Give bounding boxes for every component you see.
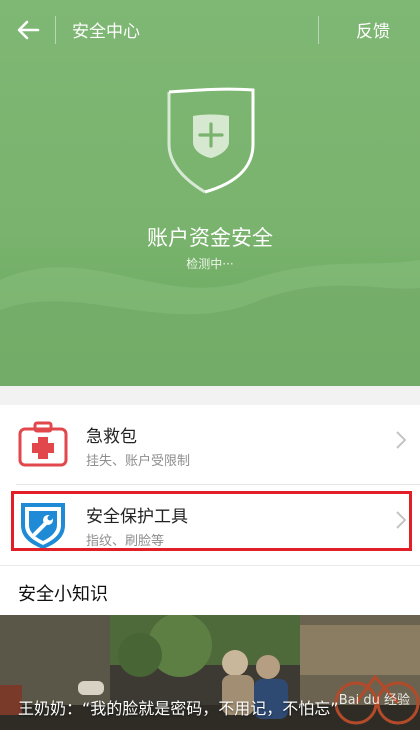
menu-item-subtitle: 挂失、账户受限制 xyxy=(86,454,191,469)
arrow-left-icon[interactable] xyxy=(14,16,42,44)
shield-wrench-icon xyxy=(21,503,65,549)
chevron-right-icon xyxy=(396,431,406,449)
shield-plus-icon xyxy=(167,87,255,194)
hero-section: 安全中心 反馈 账户资金安全 检测中··· xyxy=(0,0,420,386)
tools-card: 急救包 挂失、账户受限制 安全保护工具 指纹、刷脸等 xyxy=(0,405,420,565)
hero-title: 账户资金安全 xyxy=(147,226,273,250)
menu-item-security-tools[interactable]: 安全保护工具 指纹、刷脸等 xyxy=(0,485,420,563)
menu-item-title: 安全保护工具 xyxy=(86,507,188,527)
nav-divider xyxy=(55,16,56,44)
photo-caption: 王奶奶：“我的脸就是密码，不用记，不怕忘” xyxy=(18,699,339,718)
watermark: Bai du 经验 xyxy=(338,693,410,708)
nav-divider xyxy=(318,16,319,44)
first-aid-kit-icon xyxy=(18,421,68,467)
chevron-right-icon xyxy=(396,511,406,529)
page-title: 安全中心 xyxy=(72,22,140,42)
scan-status: 检测中··· xyxy=(186,257,234,271)
menu-item-first-aid[interactable]: 急救包 挂失、账户受限制 xyxy=(0,405,420,483)
knowledge-section-header: 安全小知识 xyxy=(0,565,420,616)
menu-item-title: 急救包 xyxy=(86,427,137,447)
knowledge-photo-banner[interactable]: 王奶奶：“我的脸就是密码，不用记，不怕忘” Bai du 经验 xyxy=(0,615,420,730)
menu-item-subtitle: 指纹、刷脸等 xyxy=(86,534,165,549)
section-title: 安全小知识 xyxy=(18,584,108,605)
feedback-button[interactable]: 反馈 xyxy=(356,17,390,42)
top-nav-bar: 安全中心 反馈 xyxy=(0,0,420,60)
